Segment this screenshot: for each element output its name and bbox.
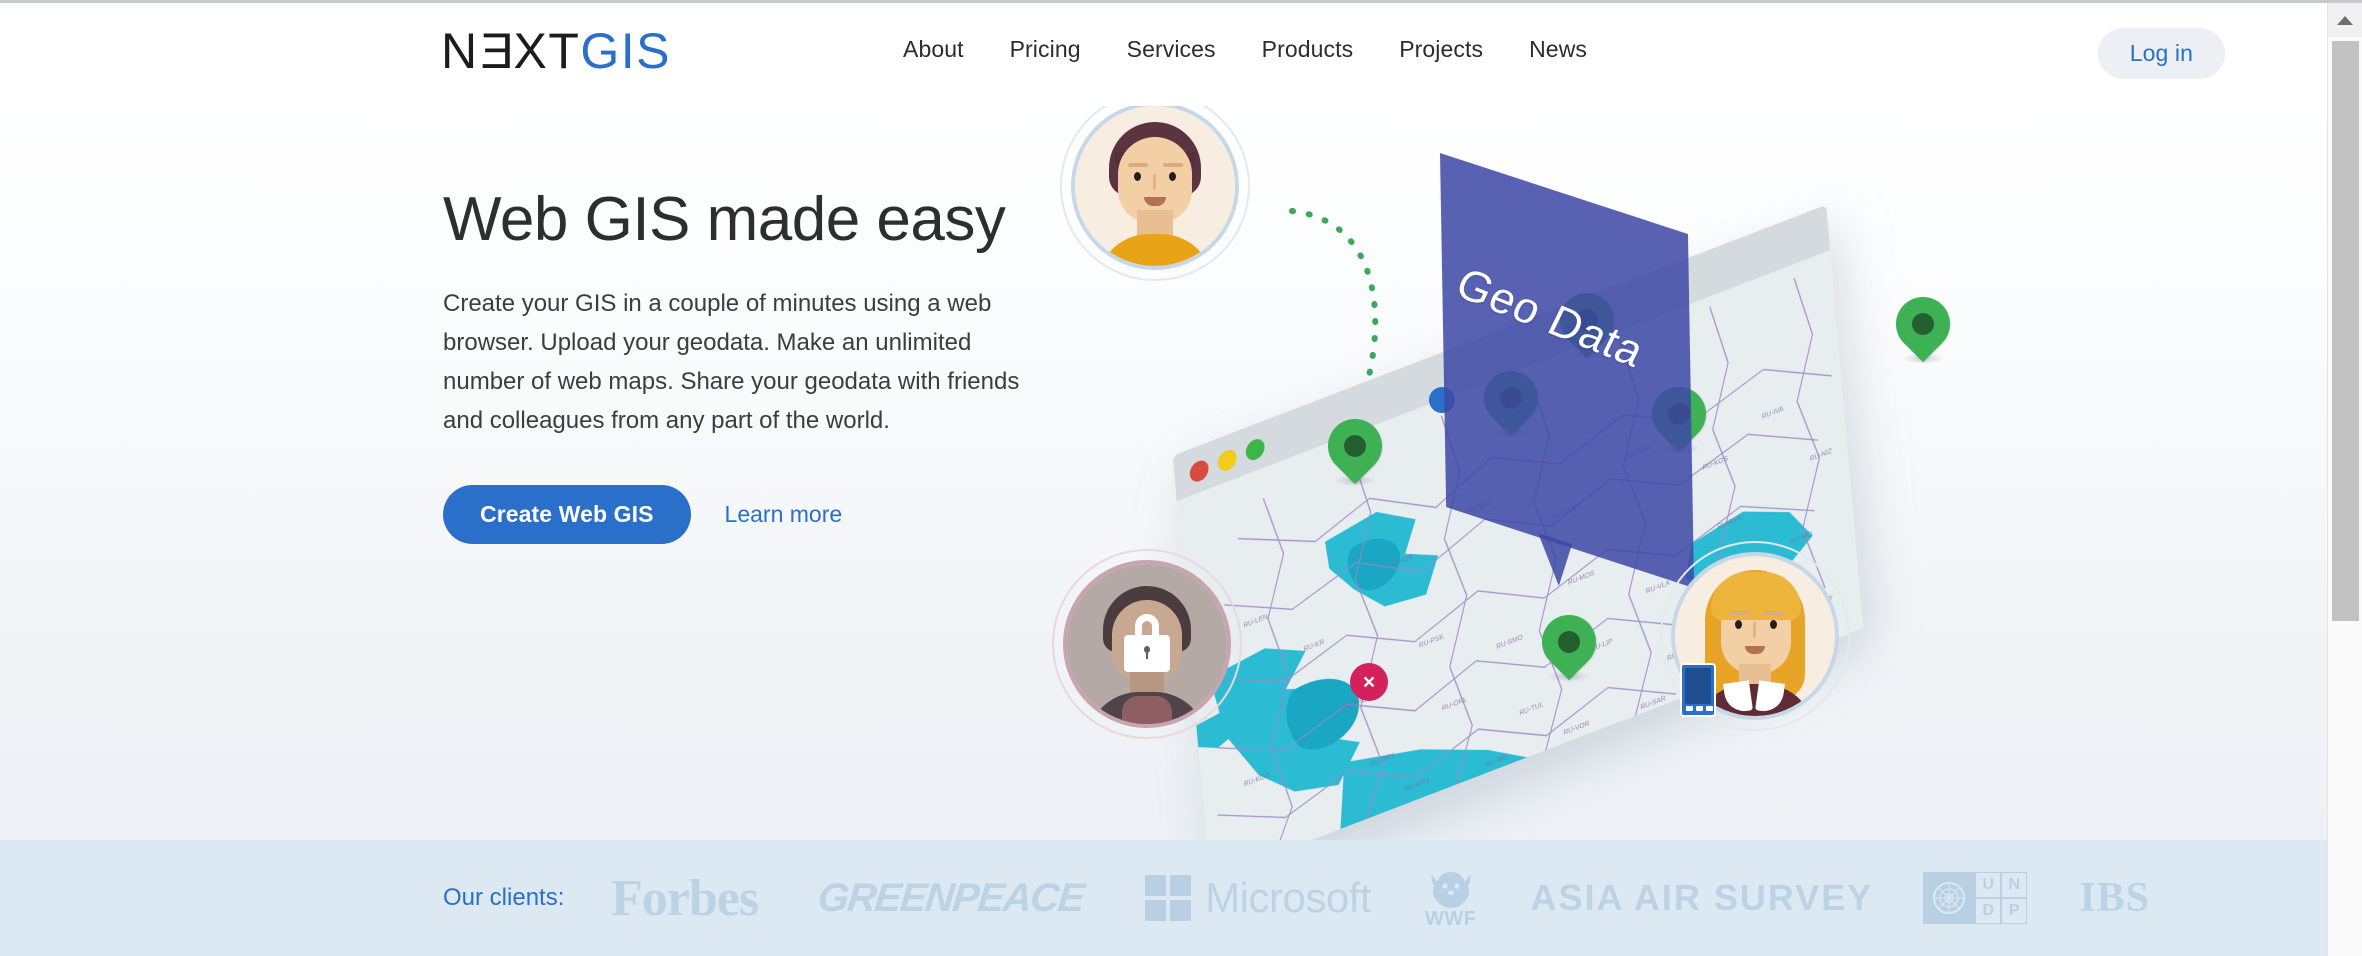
un-emblem-icon — [1923, 872, 1976, 924]
microsoft-squares-icon — [1145, 875, 1192, 921]
client-logo-asia-air-survey[interactable]: ASIA AIR SURVEY — [1531, 877, 1874, 919]
login-button[interactable]: Log in — [2097, 28, 2225, 79]
map-marker[interactable] — [1316, 407, 1394, 489]
learn-more-link[interactable]: Learn more — [725, 501, 843, 528]
chevron-up-icon — [2337, 15, 2353, 25]
logo-letters-gis: GIS — [580, 23, 672, 79]
undp-letter-u: U — [1975, 872, 2002, 898]
client-logo-greenpeace[interactable]: GREENPEACE — [816, 876, 1086, 921]
logo-letter-e-mirrored: E — [478, 23, 514, 79]
hero-text-block: Web GIS made easy Create your GIS in a c… — [443, 185, 1043, 544]
nav-item-pricing[interactable]: Pricing — [987, 36, 1104, 63]
hero-illustration: RU-KRRU-NGR RU-VLGRU-TVE RU-YARRU-KOS RU… — [1052, 91, 1962, 880]
nav-item-news[interactable]: News — [1506, 36, 1610, 63]
scrollbar-thumb[interactable] — [2332, 41, 2359, 621]
window-dot-yellow-icon — [1216, 446, 1238, 474]
map-marker[interactable] — [1530, 603, 1608, 685]
lock-icon — [1124, 614, 1170, 672]
hero-title: Web GIS made easy — [443, 185, 1006, 254]
avatar-user-male[interactable] — [1060, 91, 1250, 281]
nextgis-logo[interactable]: NEXTGIS — [441, 23, 672, 79]
page-viewport: NEXTGIS About Pricing Services Products … — [0, 3, 2327, 956]
avatar-face — [1067, 564, 1227, 724]
client-logo-undp[interactable]: U N D P — [1923, 872, 2028, 924]
client-logo-forbes[interactable]: Forbes — [611, 869, 759, 928]
page-scrollbar[interactable] — [2327, 3, 2362, 956]
microsoft-wordmark: Microsoft — [1205, 874, 1372, 921]
undp-letter-grid: U N D P — [1975, 872, 2028, 924]
client-logo-wwf[interactable]: WWF — [1425, 866, 1476, 931]
window-dot-red-icon — [1188, 457, 1210, 485]
main-navigation: About Pricing Services Products Projects… — [880, 36, 1610, 63]
undp-letter-n: N — [2001, 872, 2028, 898]
avatar-face — [1075, 106, 1235, 266]
client-logo-list: Forbes GREENPEACE Microsoft WWF ASIA AIR… — [595, 866, 2150, 931]
browser-page: NEXTGIS About Pricing Services Products … — [0, 0, 2362, 956]
mobile-device-icon — [1680, 663, 1716, 717]
site-header: NEXTGIS About Pricing Services Products … — [0, 3, 2327, 106]
wwf-wordmark: WWF — [1425, 907, 1477, 930]
nav-item-products[interactable]: Products — [1239, 36, 1377, 63]
nav-item-about[interactable]: About — [880, 36, 987, 63]
client-logo-ibs[interactable]: IBS — [2079, 874, 2150, 922]
hero-actions: Create Web GIS Learn more — [443, 484, 1043, 544]
nav-item-services[interactable]: Services — [1104, 36, 1239, 63]
logo-letters-xt: XT — [513, 23, 581, 79]
clients-label: Our clients: — [443, 884, 565, 911]
window-dot-green-icon — [1244, 436, 1266, 463]
hero-subtitle: Create your GIS in a couple of minutes u… — [443, 290, 1020, 434]
map-marker[interactable] — [1884, 285, 1962, 367]
logo-letter-n: N — [441, 23, 479, 79]
avatar-user-locked[interactable] — [1052, 549, 1242, 739]
undp-letter-p: P — [2001, 898, 2028, 924]
access-denied-badge-icon: × — [1350, 663, 1388, 701]
client-logo-microsoft[interactable]: Microsoft — [1145, 874, 1372, 922]
undp-letter-d: D — [1975, 898, 2002, 924]
create-web-gis-button[interactable]: Create Web GIS — [443, 484, 691, 544]
wwf-panda-icon — [1430, 871, 1471, 908]
avatar-user-female[interactable] — [1660, 541, 1850, 731]
scroll-up-button[interactable] — [2328, 3, 2362, 37]
nav-item-projects[interactable]: Projects — [1376, 36, 1506, 63]
clients-bar: Our clients: Forbes GREENPEACE Microsoft — [0, 840, 2327, 956]
